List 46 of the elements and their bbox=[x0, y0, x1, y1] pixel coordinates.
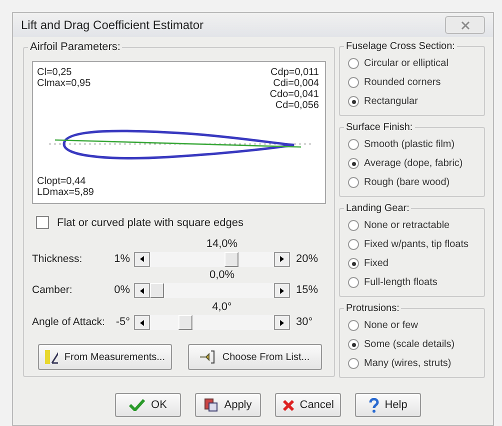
slider-min: 1% bbox=[113, 252, 131, 267]
slider-min: -5° bbox=[114, 316, 131, 330]
radio-label: Average (dope, fabric) bbox=[364, 158, 463, 169]
group-title: Surface Finish: bbox=[345, 122, 414, 133]
coefficient-text: Clmax=0,95 bbox=[37, 78, 91, 89]
group-title: Landing Gear: bbox=[345, 203, 410, 214]
radio-label: Many (wires, struts) bbox=[364, 358, 452, 369]
slider-label: Camber: bbox=[32, 284, 74, 298]
slider-label: Angle of Attack: bbox=[32, 316, 106, 330]
dialog-button[interactable]: Cancel bbox=[275, 393, 341, 417]
radio-label: Smooth (plastic film) bbox=[364, 139, 455, 150]
radio-label: Circular or elliptical bbox=[364, 58, 448, 69]
checkbox-label: Flat or curved plate with square edges bbox=[57, 216, 244, 229]
dialog-button[interactable]: OK bbox=[115, 393, 181, 417]
slider-reading: 4,0° bbox=[212, 301, 232, 314]
slider-min: 0% bbox=[113, 284, 131, 298]
tool-button[interactable]: Choose From List... bbox=[188, 344, 322, 370]
group-title: Airfoil Parameters: bbox=[29, 41, 122, 53]
radio-label: None or retractable bbox=[364, 220, 450, 231]
coefficient-text: Clopt=0,44 bbox=[37, 176, 87, 188]
window-title: Lift and Drag Coefficient Estimator bbox=[21, 18, 204, 32]
group-title: Fuselage Cross Section: bbox=[345, 41, 456, 52]
radio-label: Rectangular bbox=[364, 96, 418, 107]
radio-label: Fixed w/pants, tip floats bbox=[364, 239, 468, 250]
dialog-button[interactable]: Help bbox=[355, 393, 421, 417]
slider-label: Thickness: bbox=[32, 252, 84, 267]
radio-label: Rough (bare wood) bbox=[364, 177, 450, 188]
coefficient-text: Cdi=0,004 bbox=[272, 78, 319, 89]
slider-max: 30° bbox=[295, 316, 314, 330]
radio-label: Some (scale details) bbox=[364, 339, 455, 350]
radio-label: Fixed bbox=[364, 258, 388, 269]
dialog-button[interactable]: Apply bbox=[195, 393, 261, 417]
coefficient-text: Cd=0,056 bbox=[274, 100, 319, 111]
radio-label: Full-length floats bbox=[364, 277, 438, 288]
slider-max: 15% bbox=[295, 284, 320, 298]
radio-label: Rounded corners bbox=[364, 77, 441, 88]
tool-button[interactable]: From Measurements... bbox=[38, 344, 172, 370]
radio-label: None or few bbox=[364, 320, 418, 331]
coefficient-text: LDmax=5,89 bbox=[37, 187, 94, 198]
coefficient-text: Cdp=0,011 bbox=[270, 67, 319, 78]
slider-reading: 0,0% bbox=[209, 269, 235, 282]
coefficient-text: Cl=0,25 bbox=[37, 67, 73, 78]
slider-reading: 14,0% bbox=[206, 238, 238, 250]
group-title: Protrusions: bbox=[345, 303, 400, 314]
slider-max: 20% bbox=[295, 252, 320, 267]
coefficient-text: Cdo=0,041 bbox=[270, 89, 319, 100]
